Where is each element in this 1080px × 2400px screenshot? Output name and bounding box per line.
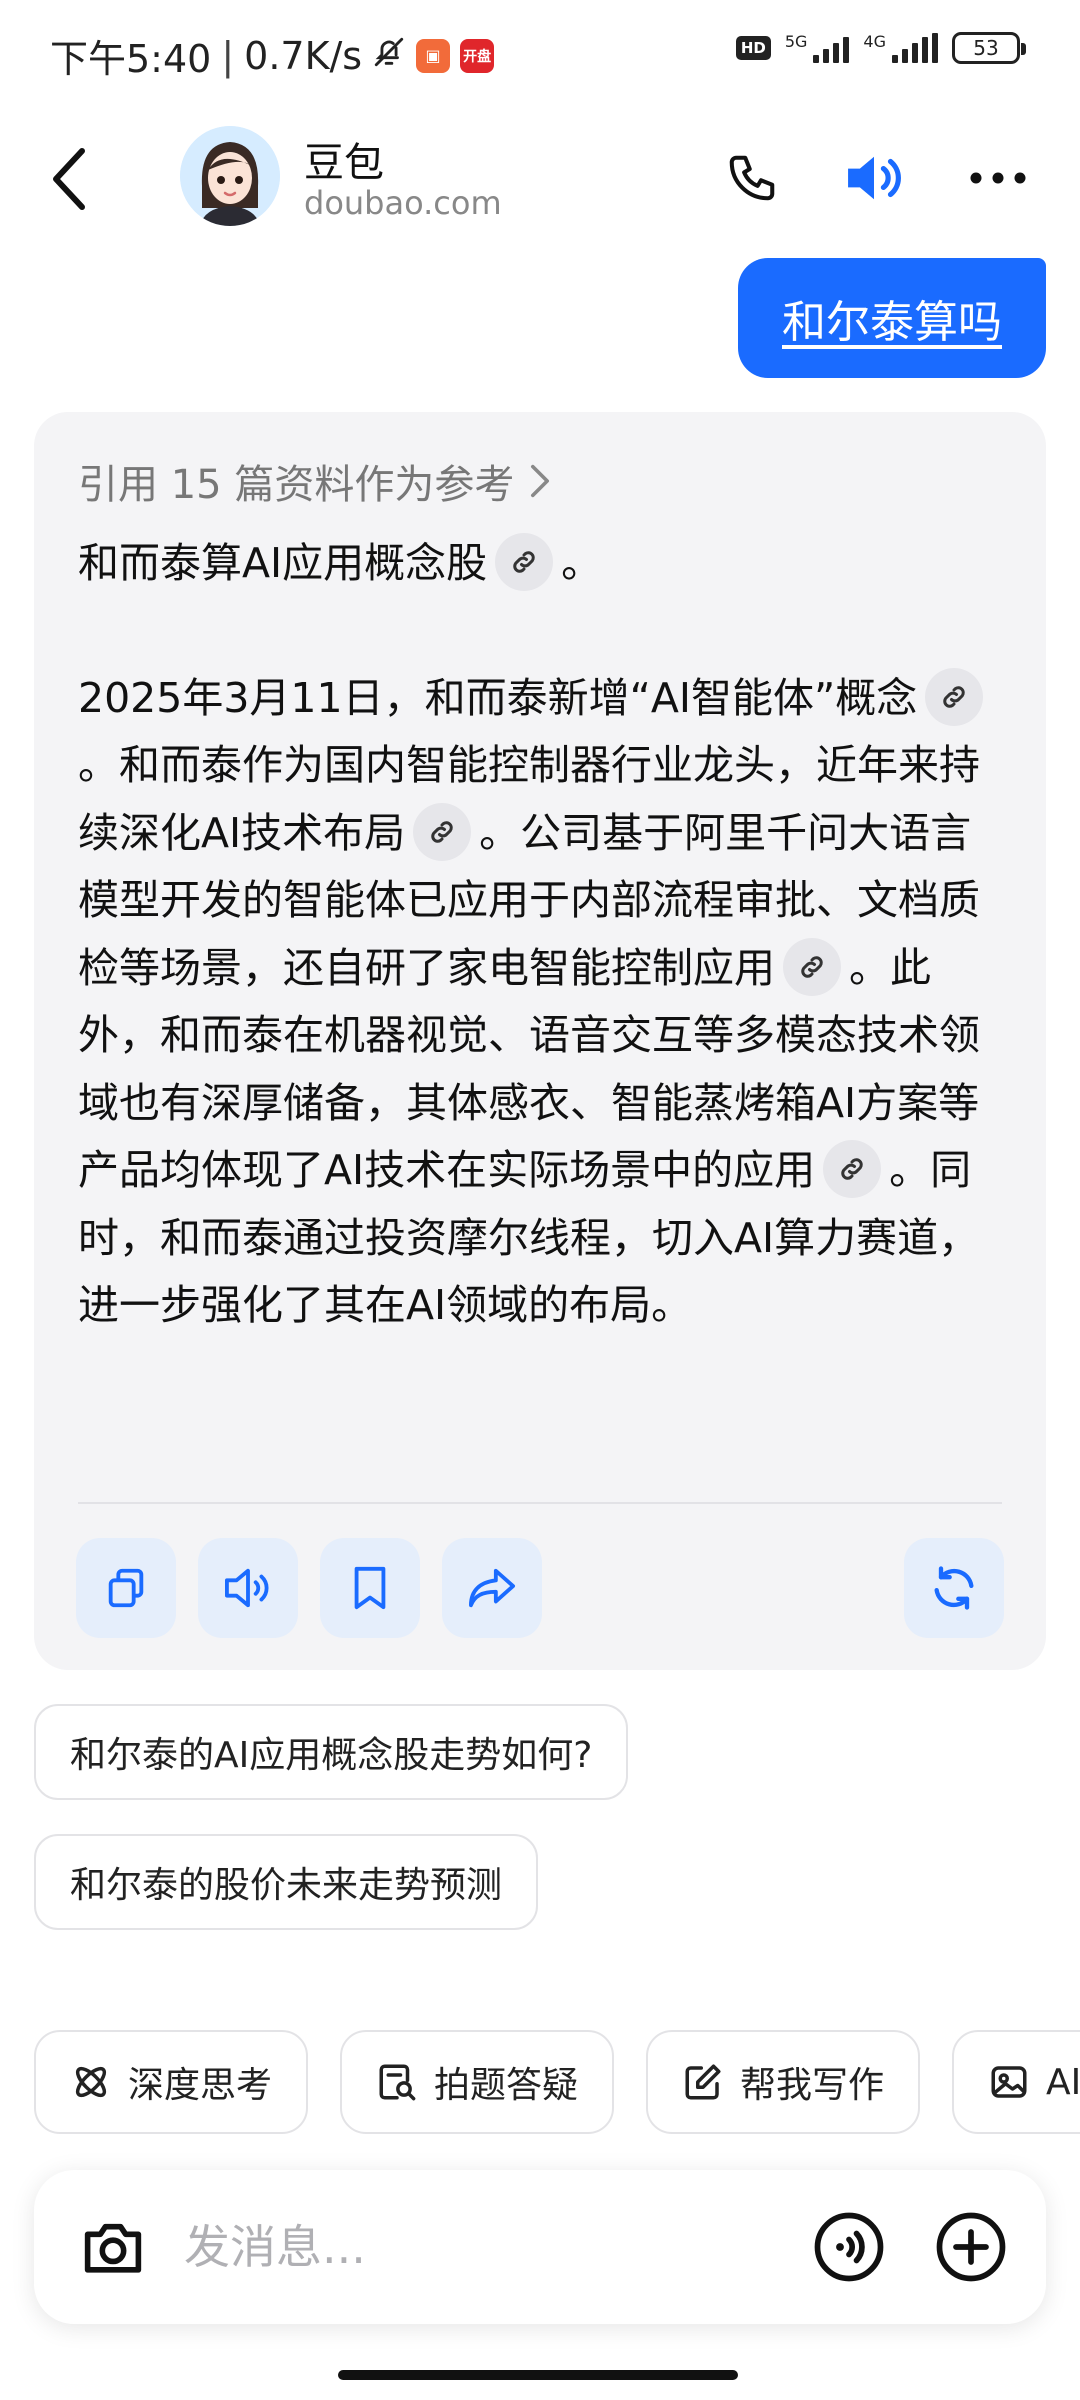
- answer-card: 引用 15 篇资料作为参考 和而泰算AI应用概念股 。 2025年3月11日，和而…: [34, 412, 1046, 1670]
- message-input-bar: [34, 2170, 1046, 2324]
- plus-icon[interactable]: [932, 2208, 1010, 2286]
- references-link[interactable]: 引用 15 篇资料作为参考: [78, 452, 552, 510]
- read-aloud-button[interactable]: [198, 1538, 298, 1638]
- bot-name: 豆包: [304, 140, 384, 186]
- orange-app-icon: ▣: [416, 38, 451, 73]
- bell-off-icon: [372, 34, 406, 78]
- share-icon: [468, 1568, 515, 1608]
- citation-link-icon[interactable]: [823, 1140, 882, 1198]
- regenerate-icon: [934, 1566, 974, 1610]
- message-input[interactable]: [184, 2210, 784, 2284]
- feature-label: 深度思考: [128, 2065, 273, 2106]
- answer-paragraph-2: 2025年3月11日，和而泰新增“AI智能体”概念 。和而泰作为国内智能控制器行业…: [78, 665, 1008, 1340]
- divider: [78, 1502, 1002, 1504]
- edit-icon: [685, 2064, 721, 2100]
- feature-label: 拍题答疑: [434, 2065, 579, 2106]
- network-5g: 5G: [784, 32, 808, 51]
- answer-text-1a: 和而泰算AI应用概念股: [78, 539, 488, 587]
- status-right: HD 5G 4G 53: [735, 32, 1026, 64]
- status-bar: 下午5:40 | 0.7K/s ▣ 开盘 HD 5G 4G 53: [0, 0, 1080, 100]
- copy-icon: [108, 1568, 144, 1608]
- references-text: 引用 15 篇资料作为参考: [78, 462, 515, 508]
- voice-icon[interactable]: [810, 2208, 888, 2286]
- feature-deep-think[interactable]: 深度思考: [34, 2030, 309, 2134]
- user-message-bubble[interactable]: 和尔泰算吗: [738, 258, 1046, 378]
- feature-help-write[interactable]: 帮我写作: [646, 2030, 921, 2134]
- feature-photo-question[interactable]: 拍题答疑: [340, 2030, 615, 2134]
- feature-ai-image[interactable]: AI: [952, 2030, 1080, 2134]
- bookmark-icon: [354, 1566, 386, 1610]
- copy-button[interactable]: [76, 1538, 176, 1638]
- share-button[interactable]: [442, 1538, 542, 1638]
- speaker-icon[interactable]: [838, 142, 910, 214]
- phone-icon[interactable]: [716, 142, 788, 214]
- feature-chip-row: 深度思考 拍题答疑 帮我写作 AI: [34, 2030, 1080, 2134]
- suggestion-chip-1[interactable]: 和尔泰的AI应用概念股走势如何?: [34, 1704, 629, 1800]
- bot-domain: doubao.com: [304, 184, 502, 222]
- signal-icon-2: [892, 33, 938, 63]
- camera-icon[interactable]: [74, 2208, 152, 2286]
- citation-link-icon[interactable]: [495, 533, 554, 591]
- citation-link-icon[interactable]: [413, 802, 472, 861]
- citation-link-icon[interactable]: [925, 667, 984, 726]
- bookmark-button[interactable]: [320, 1538, 420, 1638]
- feature-label: AI: [1046, 2061, 1080, 2103]
- battery-level: 53: [973, 36, 999, 60]
- image-icon: [991, 2066, 1027, 2098]
- chat-header: 豆包 doubao.com: [0, 118, 1080, 238]
- status-speed: 0.7K/s: [244, 33, 363, 78]
- avatar[interactable]: [180, 126, 280, 226]
- network-4g: 4G: [863, 32, 886, 51]
- scan-question-icon: [379, 2064, 416, 2101]
- feature-label: 帮我写作: [740, 2065, 885, 2106]
- more-icon[interactable]: [962, 142, 1034, 214]
- home-indicator[interactable]: [338, 2370, 738, 2380]
- hd-badge: HD: [735, 36, 771, 60]
- suggestion-chip-2[interactable]: 和尔泰的股价未来走势预测: [34, 1834, 539, 1930]
- read-aloud-icon: [225, 1568, 269, 1608]
- atom-icon: [75, 2066, 107, 2098]
- answer-text-2a: 2025年3月11日，和而泰新增“AI智能体”概念: [78, 673, 918, 722]
- battery-icon: 53: [952, 32, 1026, 64]
- status-left: 下午5:40 | 0.7K/s ▣ 开盘: [50, 28, 495, 83]
- signal-icon: [813, 33, 850, 63]
- regenerate-button[interactable]: [904, 1538, 1004, 1638]
- answer-body: 和而泰算AI应用概念股 。 2025年3月11日，和而泰新增“AI智能体”概念 。和…: [78, 530, 1008, 1340]
- citation-link-icon[interactable]: [783, 937, 841, 996]
- answer-paragraph-1: 和而泰算AI应用概念股 。: [78, 530, 1008, 598]
- red-app-icon: 开盘: [460, 38, 495, 73]
- back-icon[interactable]: [42, 144, 98, 214]
- chevron-right-icon: [531, 464, 550, 498]
- status-time: 下午5:40: [50, 37, 212, 81]
- answer-text-1b: 。: [561, 539, 603, 587]
